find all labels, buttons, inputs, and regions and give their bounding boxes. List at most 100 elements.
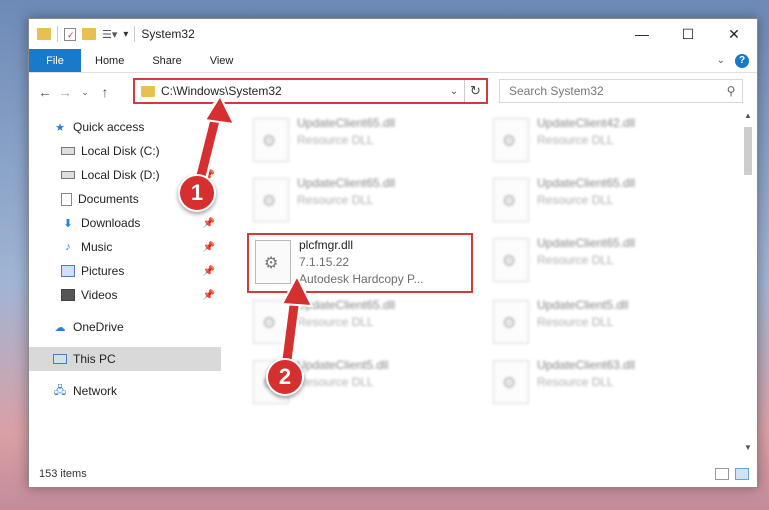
dll-file-icon [253,178,289,222]
file-name: UpdateClient42.dll [537,116,636,130]
properties-icon[interactable]: ✓ [64,27,76,41]
ribbon-right: ⌄ ? [717,49,757,72]
folder-icon [141,85,155,97]
file-type: Resource DLL [297,133,374,147]
navigation-pane: ★ Quick access Local Disk (C:) 📌 Local D… [29,115,221,459]
pin-icon: 📌 [202,145,215,157]
file-type: Resource DLL [537,253,614,267]
sidebar-item-label: Downloads [81,216,141,230]
file-name: plcfmgr.dll [299,238,354,252]
file-item[interactable]: UpdateClient65.dll Resource DLL [487,233,712,291]
sidebar-item-downloads[interactable]: ⬇ Downloads 📌 [29,211,221,235]
sidebar-item-label: OneDrive [73,320,124,334]
ribbon-tabs: File Home Share View ⌄ ? [29,49,757,73]
help-icon[interactable]: ? [735,53,749,68]
file-type: Resource DLL [537,193,614,207]
sidebar-item-videos[interactable]: Videos 📌 [29,283,221,307]
scrollbar-thumb[interactable] [744,127,752,175]
customize-toolbar-icon[interactable]: ▾ [123,29,128,40]
sidebar-item-music[interactable]: ♪ Music 📌 [29,235,221,259]
sidebar-item-quick-access[interactable]: ★ Quick access [29,115,221,139]
recent-locations-button[interactable]: ⌄ [75,87,95,98]
file-type: Resource DLL [297,193,374,207]
minimize-button[interactable]: — [619,19,665,49]
item-count: 153 items [39,468,87,480]
file-type: Resource DLL [297,375,374,389]
quick-access-toolbar: ✓ ☰▾ ▾ [29,19,136,49]
file-name: UpdateClient65.dll [297,116,396,130]
chevron-down-icon[interactable]: ⌄ [444,86,464,97]
tab-home[interactable]: Home [81,49,138,72]
back-button[interactable]: ← [35,84,55,100]
sidebar-item-label: Local Disk (C:) [81,144,160,158]
scroll-down-icon[interactable]: ▼ [741,443,755,457]
star-icon: ★ [55,121,65,134]
file-name: UpdateClient65.dll [537,236,636,250]
cloud-icon: ☁ [54,321,66,334]
sidebar-item-pictures[interactable]: Pictures 📌 [29,259,221,283]
sidebar-item-label: Quick access [73,120,145,134]
sidebar-item-label: Documents [78,192,139,206]
toolbar-divider [57,26,58,42]
file-type: Resource DLL [537,133,614,147]
large-icons-view-icon[interactable] [735,468,749,480]
file-list: UpdateClient65.dll Resource DLL UpdateCli… [225,111,735,457]
scroll-up-icon[interactable]: ▲ [741,111,755,125]
dll-file-icon [493,360,529,404]
file-name: UpdateClient65.dll [297,298,396,312]
new-folder-icon[interactable] [82,28,96,40]
network-icon: 🖧 [53,384,67,397]
tab-file[interactable]: File [29,49,81,72]
sidebar-item-onedrive[interactable]: ☁ OneDrive [29,315,221,339]
title-bar: ✓ ☰▾ ▾ System32 — ☐ ✕ [29,19,757,49]
sidebar-item-local-disk-c[interactable]: Local Disk (C:) 📌 [29,139,221,163]
refresh-button[interactable]: ↻ [464,80,486,102]
tab-view[interactable]: View [196,49,248,72]
forward-button[interactable]: → [55,84,75,100]
sidebar-item-network[interactable]: 🖧 Network [29,379,221,403]
up-button[interactable]: ↑ [95,84,115,100]
file-item[interactable]: UpdateClient42.dll Resource DLL [487,113,712,171]
search-placeholder: Search System32 [509,84,604,98]
file-item[interactable]: UpdateClient65.dll Resource DLL [247,113,472,171]
file-type: Resource DLL [297,315,374,329]
status-bar: 153 items [29,461,757,487]
sidebar-item-this-pc[interactable]: This PC [29,347,221,371]
videos-icon [61,289,75,301]
navigation-bar: ← → ⌄ ↑ C:\Windows\System32 ⌄ ↻ Search S… [29,77,757,107]
vertical-scrollbar[interactable]: ▲ ▼ [741,111,755,457]
file-description: Autodesk Hardcopy P... [299,272,424,286]
file-type: Resource DLL [537,315,614,329]
maximize-button[interactable]: ☐ [665,19,711,49]
file-item[interactable]: UpdateClient65.dll Resource DLL [247,173,472,231]
sidebar-item-label: Network [73,384,118,398]
view-options-icon[interactable]: ☰▾ [102,28,117,41]
dll-file-icon [493,300,529,344]
pin-icon: 📌 [202,241,215,253]
dll-file-icon [493,178,529,222]
tab-share[interactable]: Share [138,49,195,72]
file-name: UpdateClient65.dll [537,176,636,190]
documents-icon [61,192,72,206]
file-item[interactable]: UpdateClient65.dll Resource DLL [487,173,712,231]
address-bar[interactable]: C:\Windows\System32 ⌄ ↻ [133,78,488,104]
file-item-plcfmgr[interactable]: plcfmgr.dll 7.1.15.22 Autodesk Hardcopy … [247,233,473,293]
search-input[interactable]: Search System32 ⚲ [499,79,743,103]
file-explorer-window: ✓ ☰▾ ▾ System32 — ☐ ✕ File Home Share Vi… [28,18,758,488]
file-item[interactable]: UpdateClient65.dll Resource DLL [247,295,472,353]
view-switcher [715,468,757,480]
folder-icon [37,28,51,40]
file-name: UpdateClient5.dll [297,358,389,372]
file-item[interactable]: UpdateClient5.dll Resource DLL [487,295,712,353]
dll-file-icon [493,118,529,162]
close-button[interactable]: ✕ [711,19,757,49]
address-path[interactable]: C:\Windows\System32 [161,84,444,98]
dll-file-icon [253,300,289,344]
search-icon[interactable]: ⚲ [720,84,742,98]
pin-icon: 📌 [202,289,215,301]
details-view-icon[interactable] [715,468,729,480]
file-item[interactable]: UpdateClient63.dll Resource DLL [487,355,712,413]
expand-ribbon-icon[interactable]: ⌄ [717,55,725,66]
dll-file-icon [493,238,529,282]
file-type: Resource DLL [537,375,614,389]
